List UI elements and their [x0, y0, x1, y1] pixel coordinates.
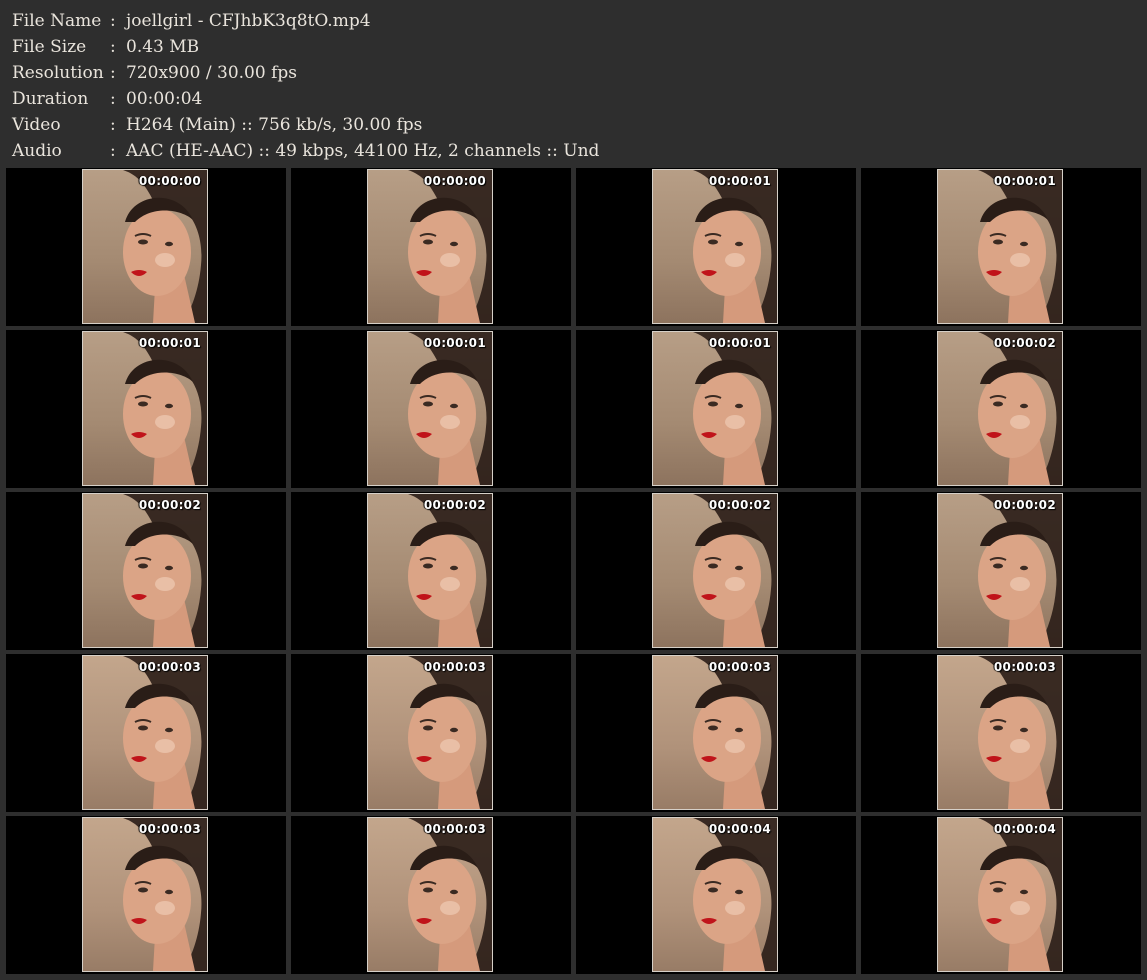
timestamp-label: 00:00:03: [138, 660, 201, 674]
info-key: Audio: [12, 141, 62, 161]
video-frame-image: 00:00:02: [367, 493, 493, 648]
timestamp-label: 00:00:01: [708, 174, 771, 188]
timestamp-label: 00:00:01: [993, 174, 1056, 188]
info-separator: :: [110, 63, 116, 83]
video-frame-image: 00:00:00: [82, 169, 208, 324]
thumbnail-cell: 00:00:03: [6, 816, 286, 974]
timestamp-label: 00:00:02: [993, 498, 1056, 512]
info-key: File Size: [12, 37, 87, 57]
timestamp-label: 00:00:03: [708, 660, 771, 674]
info-value: 0.43 MB: [126, 37, 200, 57]
info-separator: :: [110, 89, 116, 109]
video-frame-image: 00:00:01: [82, 331, 208, 486]
timestamp-label: 00:00:04: [708, 822, 771, 836]
timestamp-label: 00:00:02: [423, 498, 486, 512]
video-frame-image: 00:00:03: [82, 817, 208, 972]
video-frame-image: 00:00:01: [652, 169, 778, 324]
timestamp-label: 00:00:02: [138, 498, 201, 512]
video-frame-image: 00:00:01: [367, 331, 493, 486]
timestamp-label: 00:00:01: [423, 336, 486, 350]
media-info-panel: File Name : joellgirl - CFJhbK3q8tO.mp4 …: [12, 8, 599, 164]
thumbnail-cell: 00:00:04: [576, 816, 856, 974]
thumbnail-grid: 00:00:00 00:00:00 00:00:01 00:00:01 00:00:01…: [6, 168, 1141, 974]
video-frame-image: 00:00:03: [367, 817, 493, 972]
info-separator: :: [110, 115, 116, 135]
timestamp-label: 00:00:02: [708, 498, 771, 512]
thumbnail-cell: 00:00:01: [576, 168, 856, 326]
thumbnail-cell: 00:00:02: [291, 492, 571, 650]
timestamp-label: 00:00:00: [138, 174, 201, 188]
info-key: Video: [12, 115, 61, 135]
thumbnail-cell: 00:00:01: [861, 168, 1141, 326]
thumbnail-cell: 00:00:03: [576, 654, 856, 812]
video-frame-image: 00:00:03: [82, 655, 208, 810]
timestamp-label: 00:00:03: [138, 822, 201, 836]
timestamp-label: 00:00:03: [993, 660, 1056, 674]
video-frame-image: 00:00:01: [937, 169, 1063, 324]
thumbnail-cell: 00:00:03: [861, 654, 1141, 812]
timestamp-label: 00:00:03: [423, 660, 486, 674]
info-row-file-size: File Size : 0.43 MB: [12, 34, 599, 60]
video-frame-image: 00:00:03: [937, 655, 1063, 810]
info-row-file-name: File Name : joellgirl - CFJhbK3q8tO.mp4: [12, 8, 599, 34]
info-separator: :: [110, 141, 116, 161]
video-frame-image: 00:00:02: [82, 493, 208, 648]
thumbnail-cell: 00:00:04: [861, 816, 1141, 974]
thumbnail-cell: 00:00:01: [6, 330, 286, 488]
thumbnail-cell: 00:00:03: [6, 654, 286, 812]
video-frame-image: 00:00:02: [937, 331, 1063, 486]
timestamp-label: 00:00:02: [993, 336, 1056, 350]
video-frame-image: 00:00:02: [937, 493, 1063, 648]
thumbnail-cell: 00:00:02: [576, 492, 856, 650]
timestamp-label: 00:00:04: [993, 822, 1056, 836]
thumbnail-cell: 00:00:03: [291, 816, 571, 974]
video-frame-image: 00:00:04: [937, 817, 1063, 972]
video-frame-image: 00:00:03: [367, 655, 493, 810]
info-separator: :: [110, 11, 116, 31]
thumbnail-cell: 00:00:02: [861, 330, 1141, 488]
thumbnail-cell: 00:00:00: [291, 168, 571, 326]
timestamp-label: 00:00:00: [423, 174, 486, 188]
info-key: File Name: [12, 11, 102, 31]
video-frame-image: 00:00:00: [367, 169, 493, 324]
video-frame-image: 00:00:03: [652, 655, 778, 810]
info-key: Resolution: [12, 63, 104, 83]
thumbnail-cell: 00:00:03: [291, 654, 571, 812]
timestamp-label: 00:00:03: [423, 822, 486, 836]
thumbnail-cell: 00:00:01: [576, 330, 856, 488]
info-value: H264 (Main) :: 756 kb/s, 30.00 fps: [126, 115, 423, 135]
info-value: joellgirl - CFJhbK3q8tO.mp4: [126, 11, 371, 31]
info-value: 720x900 / 30.00 fps: [126, 63, 297, 83]
info-row-audio: Audio : AAC (HE-AAC) :: 49 kbps, 44100 H…: [12, 138, 599, 164]
thumbnail-cell: 00:00:00: [6, 168, 286, 326]
thumbnail-cell: 00:00:02: [861, 492, 1141, 650]
info-separator: :: [110, 37, 116, 57]
info-row-duration: Duration : 00:00:04: [12, 86, 599, 112]
info-value: 00:00:04: [126, 89, 203, 109]
thumbnail-cell: 00:00:02: [6, 492, 286, 650]
info-row-video: Video : H264 (Main) :: 756 kb/s, 30.00 f…: [12, 112, 599, 138]
timestamp-label: 00:00:01: [138, 336, 201, 350]
video-frame-image: 00:00:01: [652, 331, 778, 486]
thumbnail-cell: 00:00:01: [291, 330, 571, 488]
info-value: AAC (HE-AAC) :: 49 kbps, 44100 Hz, 2 cha…: [126, 141, 600, 161]
video-frame-image: 00:00:02: [652, 493, 778, 648]
info-key: Duration: [12, 89, 89, 109]
timestamp-label: 00:00:01: [708, 336, 771, 350]
video-frame-image: 00:00:04: [652, 817, 778, 972]
info-row-resolution: Resolution : 720x900 / 30.00 fps: [12, 60, 599, 86]
